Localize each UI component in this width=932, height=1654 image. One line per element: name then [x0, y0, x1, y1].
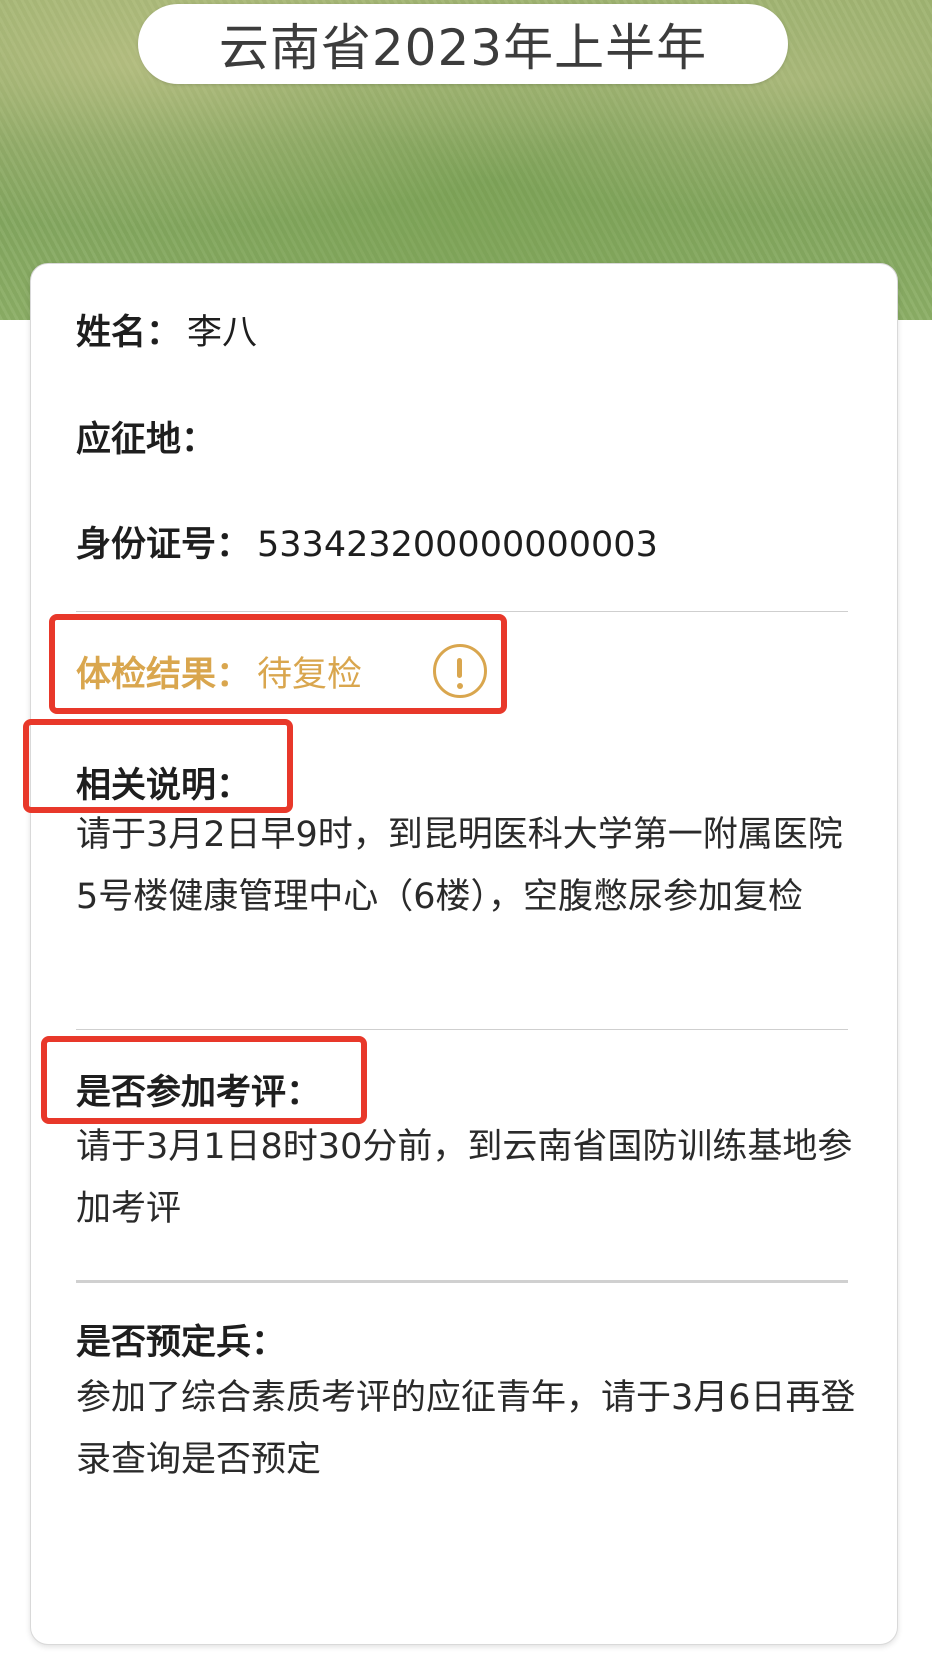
- divider: [76, 611, 848, 612]
- reserved-text: 参加了综合素质考评的应征青年，请于3月6日再登录查询是否预定: [76, 1378, 856, 1480]
- id-number-value: 533423200000000003: [257, 525, 658, 565]
- result-card: 姓名： 李八 应征地： 身份证号： 533423200000000003 体检结果：…: [23, 263, 898, 1645]
- id-number-row: 身份证号： 533423200000000003: [76, 516, 658, 567]
- divider: [76, 1029, 848, 1030]
- notes-text: 请于3月2日早9时，到昆明医科大学第一附属医院5号楼健康管理中心（6楼），空腹憋…: [76, 815, 843, 917]
- region-label: 应征地：: [76, 420, 217, 460]
- id-number-label: 身份证号：: [76, 525, 252, 565]
- exam-result-highlight: [49, 614, 507, 714]
- divider: [76, 1280, 848, 1283]
- evaluation-text: 请于3月1日8时30分前，到云南省国防训练基地参加考评: [76, 1127, 853, 1229]
- evaluation-highlight: [41, 1036, 367, 1124]
- page-title-pill: 云南省2023年上半年: [138, 4, 788, 84]
- name-value: 李八: [187, 313, 258, 353]
- notes-highlight: [23, 719, 293, 813]
- name-row: 姓名： 李八: [76, 304, 257, 355]
- reserved-heading-row: 是否预定兵：: [76, 1314, 286, 1365]
- page-title: 云南省2023年上半年: [218, 19, 708, 77]
- name-label: 姓名：: [76, 313, 182, 353]
- reserved-label: 是否预定兵：: [76, 1323, 287, 1363]
- region-row: 应征地：: [76, 411, 222, 462]
